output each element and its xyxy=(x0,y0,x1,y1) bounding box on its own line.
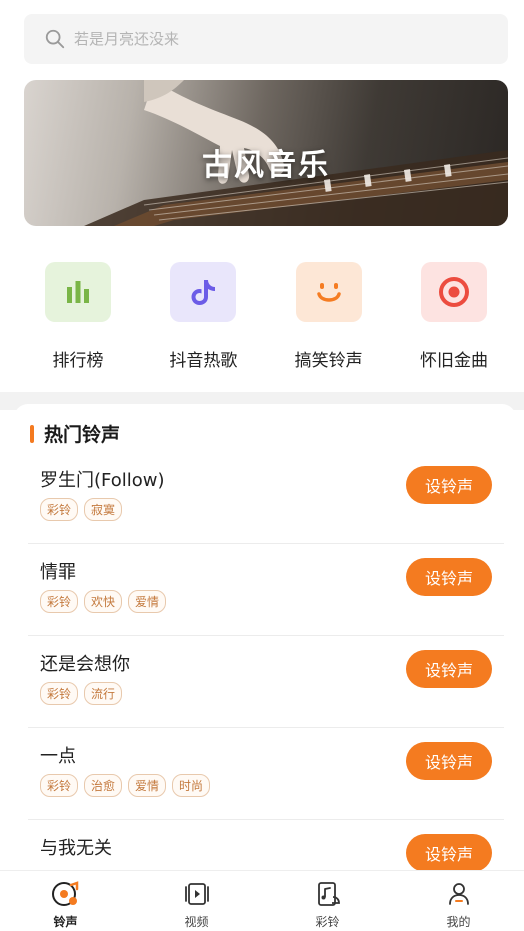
tag-list: 彩铃 流行 xyxy=(40,682,123,705)
color-ring-icon xyxy=(317,882,340,906)
set-ringtone-button[interactable]: 设铃声 xyxy=(406,834,492,872)
tag: 爱情 xyxy=(128,774,167,797)
tag: 流行 xyxy=(84,682,123,705)
ringtone-name: 一点 xyxy=(40,746,76,767)
category-label: 搞笑铃声 xyxy=(294,351,363,371)
list-item[interactable]: 还是会想你 彩铃 流行 设铃声 xyxy=(28,636,504,728)
ringtone-icon xyxy=(51,881,78,906)
list-item[interactable]: 一点 彩铃 治愈 爱情 时尚 设铃声 xyxy=(28,728,504,820)
section-title: 热门铃声 xyxy=(44,424,121,446)
target-icon xyxy=(420,262,487,322)
smile-icon xyxy=(295,262,362,322)
tab-label: 铃声 xyxy=(53,915,78,929)
category-oldies[interactable]: 怀旧金曲 xyxy=(404,262,504,372)
tag: 时尚 xyxy=(172,774,211,797)
list-item[interactable]: 罗生门(Follow) 彩铃 寂寞 设铃声 xyxy=(28,452,504,544)
tag-list: 彩铃 欢快 爱情 xyxy=(40,590,167,613)
bottom-tab-bar: 铃声 视频 彩铃 我的 xyxy=(0,870,524,931)
tab-profile[interactable]: 我的 xyxy=(393,871,524,931)
tab-ringtone[interactable]: 铃声 xyxy=(0,871,131,931)
tag: 彩铃 xyxy=(40,774,79,797)
list-item[interactable]: 与我无关 设铃声 xyxy=(28,820,504,874)
tag: 彩铃 xyxy=(40,682,79,705)
tag: 彩铃 xyxy=(40,498,79,521)
list-item[interactable]: 情罪 彩铃 欢快 爱情 设铃声 xyxy=(28,544,504,636)
ringtone-name: 罗生门(Follow) xyxy=(40,470,165,491)
bar-chart-icon xyxy=(45,262,111,322)
search-icon xyxy=(45,29,65,49)
ringtone-list: 罗生门(Follow) 彩铃 寂寞 设铃声 情罪 彩铃 欢快 爱情 设铃声 还是… xyxy=(28,452,504,874)
search-input[interactable] xyxy=(74,30,454,48)
tag: 寂寞 xyxy=(84,498,123,521)
search-bar[interactable] xyxy=(24,14,508,64)
hot-ringtones-panel: 热门铃声 罗生门(Follow) 彩铃 寂寞 设铃声 情罪 彩铃 欢快 爱情 设… xyxy=(14,404,516,874)
banner[interactable]: 古风音乐 xyxy=(24,80,508,226)
set-ringtone-button[interactable]: 设铃声 xyxy=(406,742,492,780)
tag-list: 彩铃 寂寞 xyxy=(40,498,123,521)
category-tiktok[interactable]: 抖音热歌 xyxy=(153,262,253,372)
tag: 爱情 xyxy=(128,590,167,613)
tab-video[interactable]: 视频 xyxy=(131,871,262,931)
category-funny[interactable]: 搞笑铃声 xyxy=(279,262,379,372)
tab-label: 我的 xyxy=(446,915,471,929)
tiktok-icon xyxy=(170,262,237,322)
category-label: 抖音热歌 xyxy=(169,351,238,371)
tag: 治愈 xyxy=(84,774,123,797)
set-ringtone-button[interactable]: 设铃声 xyxy=(406,650,492,688)
tag: 彩铃 xyxy=(40,590,79,613)
tab-color-ring[interactable]: 彩铃 xyxy=(262,871,393,931)
banner-title: 古风音乐 xyxy=(202,148,330,183)
set-ringtone-button[interactable]: 设铃声 xyxy=(406,466,492,504)
tab-label: 彩铃 xyxy=(315,915,340,929)
profile-icon xyxy=(448,883,469,905)
ringtone-name: 还是会想你 xyxy=(40,654,130,675)
tag-list: 彩铃 治愈 爱情 时尚 xyxy=(40,774,211,797)
accent-bar xyxy=(30,424,34,443)
tab-label: 视频 xyxy=(184,915,209,929)
category-label: 怀旧金曲 xyxy=(419,351,488,371)
video-icon xyxy=(184,883,209,905)
category-label: 排行榜 xyxy=(52,351,104,371)
category-ranking[interactable]: 排行榜 xyxy=(28,262,128,372)
tag: 欢快 xyxy=(84,590,123,613)
category-grid: 排行榜 抖音热歌 搞笑铃声 怀旧金曲 xyxy=(24,262,508,372)
ringtone-name: 情罪 xyxy=(40,562,76,583)
ringtone-name: 与我无关 xyxy=(40,838,112,859)
set-ringtone-button[interactable]: 设铃声 xyxy=(406,558,492,596)
section-header: 热门铃声 xyxy=(30,420,120,447)
